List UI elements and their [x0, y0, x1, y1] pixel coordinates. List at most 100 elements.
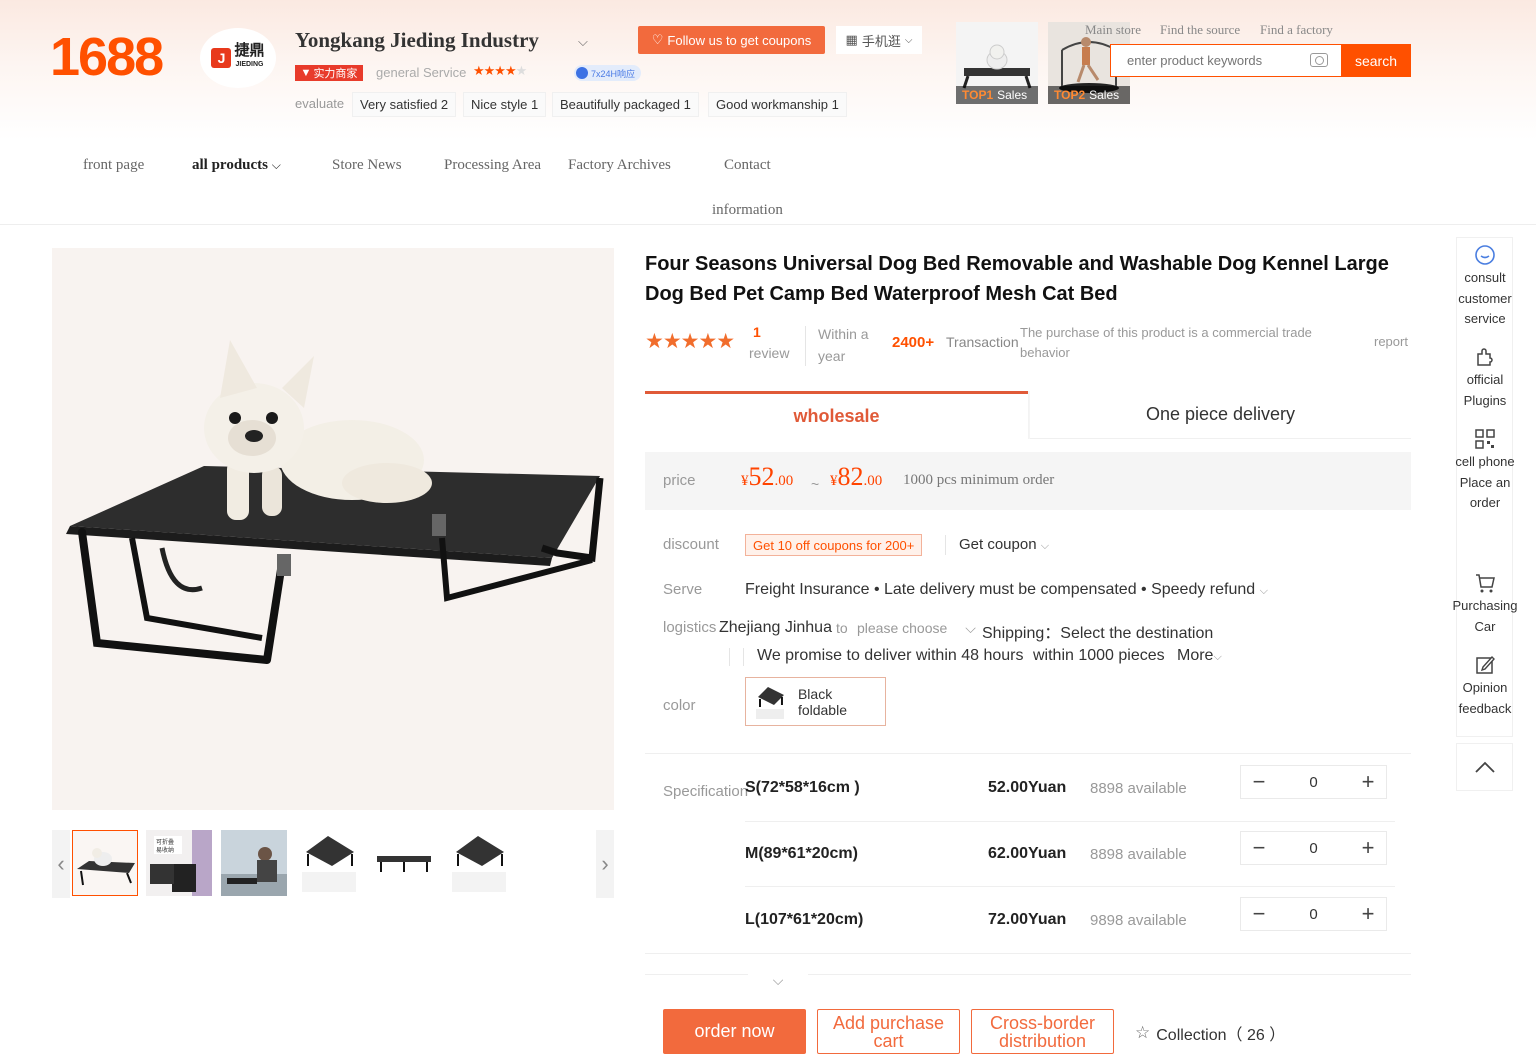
- collection-button[interactable]: ☆ Collection（ 26 ）: [1135, 1021, 1285, 1045]
- chevron-left-icon[interactable]: ‹: [52, 830, 70, 898]
- nav-contact[interactable]: Contact: [724, 157, 771, 174]
- plus-icon[interactable]: +: [1350, 832, 1386, 864]
- edit-icon: [1476, 655, 1495, 674]
- quantity-input[interactable]: 0: [1277, 766, 1350, 798]
- tab-wholesale[interactable]: wholesale: [645, 391, 1028, 439]
- plus-icon[interactable]: +: [1350, 766, 1386, 798]
- tab-one-piece-delivery[interactable]: One piece delivery: [1030, 391, 1411, 439]
- response-badge: 7x24H响应: [574, 65, 642, 81]
- plus-icon[interactable]: +: [1350, 898, 1386, 930]
- nav-information[interactable]: information: [712, 202, 783, 219]
- follow-button[interactable]: ♡ Follow us to get coupons: [638, 26, 825, 54]
- color-label: color: [663, 697, 696, 714]
- rating-stars: ★★★★★: [645, 330, 735, 353]
- thumbnail[interactable]: 可折叠 易收纳: [146, 830, 212, 896]
- add-cart-button[interactable]: Add purchase cart: [817, 1009, 960, 1054]
- eval-tag[interactable]: Beautifully packaged 1: [552, 92, 699, 117]
- thumbnail[interactable]: [221, 830, 287, 896]
- divider: [645, 953, 1411, 954]
- thumbnail[interactable]: [446, 830, 512, 896]
- shop-logo[interactable]: J 捷鼎 JIEDING: [200, 28, 276, 88]
- color-option[interactable]: Black foldable: [745, 677, 886, 726]
- shield-icon: ▼: [300, 67, 312, 79]
- review-count[interactable]: 1: [753, 324, 761, 340]
- within-year-label: Within a year: [818, 326, 869, 364]
- right-rail: consult customer service official Plugin…: [1452, 237, 1518, 737]
- rail-mobile-order[interactable]: cell phone Place an order: [1449, 428, 1521, 514]
- search-input[interactable]: [1127, 45, 1307, 76]
- site-logo[interactable]: 1688: [50, 26, 164, 88]
- search-button[interactable]: search: [1341, 44, 1411, 77]
- divider: [745, 821, 1395, 822]
- coupon-tag[interactable]: Get 10 off coupons for 200+: [745, 534, 923, 556]
- divider: [805, 326, 806, 366]
- rail-customer-service[interactable]: consult customer service: [1449, 244, 1521, 330]
- chevron-down-icon[interactable]: ⌵: [578, 34, 588, 50]
- thumb-bed-side: [371, 830, 437, 896]
- spec-size: M(89*61*20cm): [745, 845, 858, 862]
- get-coupon-dropdown[interactable]: Get coupon ⌵: [959, 536, 1049, 553]
- thumbnail[interactable]: [72, 830, 138, 896]
- shop-name[interactable]: Yongkang Jieding Industry: [295, 28, 539, 53]
- review-label[interactable]: review: [749, 345, 789, 361]
- nav-all-products[interactable]: all products ⌵: [192, 157, 281, 174]
- shipping-text: Shipping：Select the destination: [982, 625, 1214, 642]
- nav-factory-archives[interactable]: Factory Archives: [568, 157, 671, 174]
- spec-price: 62.00Yuan: [988, 845, 1067, 862]
- chevron-down-icon: ⌵: [965, 620, 976, 636]
- eval-tag[interactable]: Very satisfied 2: [352, 92, 457, 117]
- quantity-input[interactable]: 0: [1277, 832, 1350, 864]
- chevron-down-icon: ⌵: [1213, 651, 1222, 663]
- eval-tag[interactable]: Good workmanship 1: [708, 92, 847, 117]
- eval-tag[interactable]: Nice style 1: [463, 92, 547, 117]
- commercial-note: The purchase of this product is a commer…: [1020, 325, 1312, 360]
- rail-purchasing-car[interactable]: Purchasing Car: [1449, 572, 1521, 637]
- header: 1688 J 捷鼎 JIEDING Yongkang Jieding Indust…: [0, 0, 1536, 140]
- discount-label: discount: [663, 536, 719, 553]
- evaluate-label: evaluate: [295, 96, 345, 111]
- nav-store-news[interactable]: Store News: [332, 157, 402, 174]
- minus-icon[interactable]: −: [1241, 898, 1277, 930]
- thumb-bed-spec: [446, 830, 512, 896]
- rail-plugins[interactable]: official Plugins: [1449, 346, 1521, 411]
- chevron-down-icon[interactable]: ⌵: [748, 968, 808, 992]
- minimum-order: 1000 pcs minimum order: [903, 472, 1055, 488]
- rail-feedback[interactable]: Opinion feedback: [1449, 654, 1521, 719]
- find-source-link[interactable]: Find the source: [1160, 22, 1240, 38]
- order-now-button[interactable]: order now: [663, 1009, 806, 1054]
- chevron-up-icon: [1474, 761, 1495, 773]
- report-link[interactable]: report: [1374, 334, 1408, 349]
- spec-available: 8898 available: [1090, 780, 1187, 797]
- quantity-stepper: − 0 +: [1240, 765, 1387, 799]
- main-product-image[interactable]: [52, 248, 614, 810]
- divider: [645, 753, 1411, 754]
- serve-dropdown[interactable]: Freight Insurance • Late delivery must b…: [745, 581, 1268, 599]
- thumbnail[interactable]: [371, 830, 437, 896]
- find-factory-link[interactable]: Find a factory: [1260, 22, 1333, 38]
- destination-select[interactable]: please choose ⌵: [857, 620, 976, 637]
- chevron-right-icon[interactable]: ›: [596, 830, 614, 898]
- color-swatch-image: [752, 682, 788, 721]
- nav-front-page[interactable]: front page: [83, 157, 144, 174]
- top1-product-thumb[interactable]: TOP1 Sales: [956, 22, 1038, 104]
- quantity-input[interactable]: 0: [1277, 898, 1350, 930]
- thumbnail[interactable]: [296, 830, 362, 896]
- price-high: ¥82.00: [830, 462, 883, 491]
- camera-icon[interactable]: [1310, 53, 1328, 67]
- shop-logo-text: 捷鼎 JIEDING: [234, 42, 265, 68]
- main-store-link[interactable]: Main store: [1085, 22, 1141, 38]
- qr-code-icon: [1475, 429, 1495, 449]
- price-low: ¥52.00: [741, 462, 794, 491]
- qr-icon: ▦: [845, 32, 858, 47]
- mobile-browse-button[interactable]: ▦ 手机逛 ⌵: [836, 26, 922, 54]
- back-to-top-button[interactable]: [1456, 743, 1513, 791]
- spec-available: 9898 available: [1090, 912, 1187, 929]
- minus-icon[interactable]: −: [1241, 832, 1277, 864]
- transaction-count: 2400+: [892, 334, 935, 351]
- top2-caption: TOP2 Sales: [1048, 86, 1130, 104]
- dog-bed-main-image: [52, 248, 614, 810]
- minus-icon[interactable]: −: [1241, 766, 1277, 798]
- cross-border-button[interactable]: Cross-border distribution: [971, 1009, 1114, 1054]
- more-link[interactable]: More⌵: [1177, 647, 1222, 665]
- nav-processing-area[interactable]: Processing Area: [444, 157, 541, 174]
